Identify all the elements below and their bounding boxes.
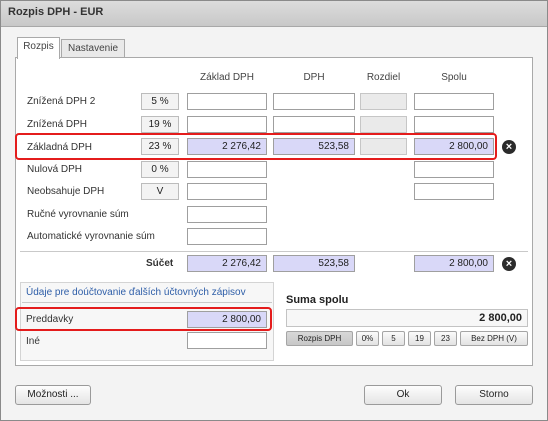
row-label: Znížená DPH 2 (27, 96, 95, 107)
row-label: Neobsahuje DPH (27, 186, 104, 197)
no-vat-button[interactable]: Bez DPH (V) (460, 331, 528, 346)
tab-rozpis[interactable]: Rozpis (17, 37, 60, 59)
vat-field[interactable]: 523,58 (273, 138, 355, 155)
advances-label: Preddavky (26, 314, 73, 325)
base-field[interactable] (187, 228, 267, 245)
total-field[interactable]: 2 800,00 (414, 138, 494, 155)
rate-5-button[interactable]: 5 (382, 331, 405, 346)
other-field[interactable] (187, 332, 267, 349)
sum-base-field: 2 276,42 (187, 255, 267, 272)
rate-box: 5 % (141, 93, 179, 110)
rate-23-button[interactable]: 23 (434, 331, 457, 346)
sum-vat-field: 523,58 (273, 255, 355, 272)
base-field[interactable] (187, 93, 267, 110)
total-sum-title: Suma spolu (286, 294, 348, 306)
sum-total-field: 2 800,00 (414, 255, 494, 272)
diff-field (360, 138, 407, 155)
vat-breakdown-button[interactable]: Rozpis DPH (286, 331, 353, 346)
rate-0-button[interactable]: 0% (356, 331, 379, 346)
section-divider (20, 251, 528, 252)
extra-entries-title: Údaje pre doúčtovanie ďalších účtovných … (26, 287, 246, 298)
base-field[interactable] (187, 183, 267, 200)
other-label: Iné (26, 336, 40, 347)
clear-sum-icon[interactable]: × (502, 257, 516, 271)
vat-field[interactable] (273, 93, 355, 110)
total-field[interactable] (414, 93, 494, 110)
tab-nastavenie[interactable]: Nastavenie (61, 39, 125, 59)
window-title: Rozpis DPH - EUR (8, 6, 103, 18)
base-field[interactable]: 2 276,42 (187, 138, 267, 155)
rate-19-button[interactable]: 19 (408, 331, 431, 346)
ok-button[interactable]: Ok (364, 385, 442, 405)
sum-label: Súčet (146, 258, 173, 269)
total-field[interactable] (414, 183, 494, 200)
base-field[interactable] (187, 116, 267, 133)
row-label: Ručné vyrovnanie súm (27, 209, 129, 220)
clear-row-icon[interactable]: × (502, 140, 516, 154)
advances-field[interactable]: 2 800,00 (187, 311, 267, 328)
col-header-total: Spolu (414, 72, 494, 83)
total-field[interactable] (414, 161, 494, 178)
base-field[interactable] (187, 206, 267, 223)
row-label: Automatické vyrovnanie súm (27, 231, 155, 242)
row-label: Znížená DPH (27, 119, 87, 130)
rate-box: 23 % (141, 138, 179, 155)
col-header-diff: Rozdiel (360, 72, 407, 83)
rate-box: 0 % (141, 161, 179, 178)
col-header-base: Základ DPH (187, 72, 267, 83)
rate-box: V (141, 183, 179, 200)
options-button[interactable]: Možnosti ... (15, 385, 91, 405)
vat-field[interactable] (273, 116, 355, 133)
total-field[interactable] (414, 116, 494, 133)
diff-field (360, 116, 407, 133)
base-field[interactable] (187, 161, 267, 178)
diff-field (360, 93, 407, 110)
row-label: Základná DPH (27, 142, 92, 153)
row-label: Nulová DPH (27, 164, 82, 175)
cancel-button[interactable]: Storno (455, 385, 533, 405)
total-sum-field: 2 800,00 (286, 309, 528, 327)
rate-box: 19 % (141, 116, 179, 133)
extra-divider (22, 302, 272, 303)
col-header-vat: DPH (273, 72, 355, 83)
